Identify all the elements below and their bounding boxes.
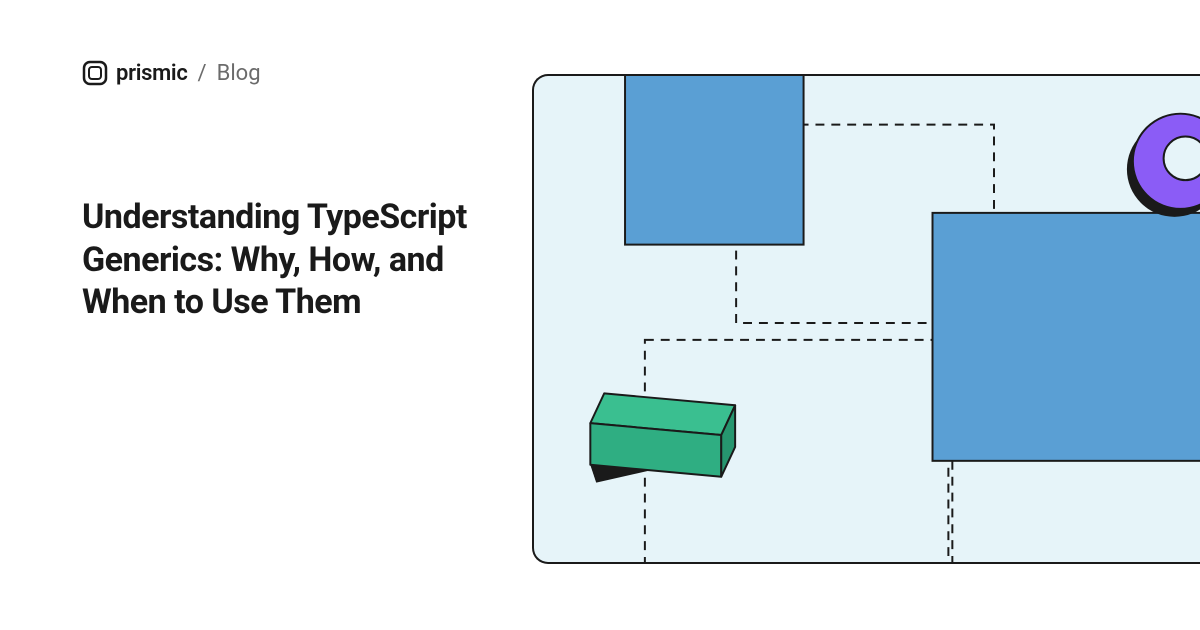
section-name: Blog xyxy=(217,61,261,86)
breadcrumb-separator: / xyxy=(198,61,207,86)
header: prismic / Blog xyxy=(82,60,261,86)
hero-illustration xyxy=(532,74,1200,564)
brand-name: prismic xyxy=(116,61,188,86)
page-title: Understanding TypeScript Generics: Why, … xyxy=(82,196,502,324)
prismic-logo-icon xyxy=(82,60,108,86)
